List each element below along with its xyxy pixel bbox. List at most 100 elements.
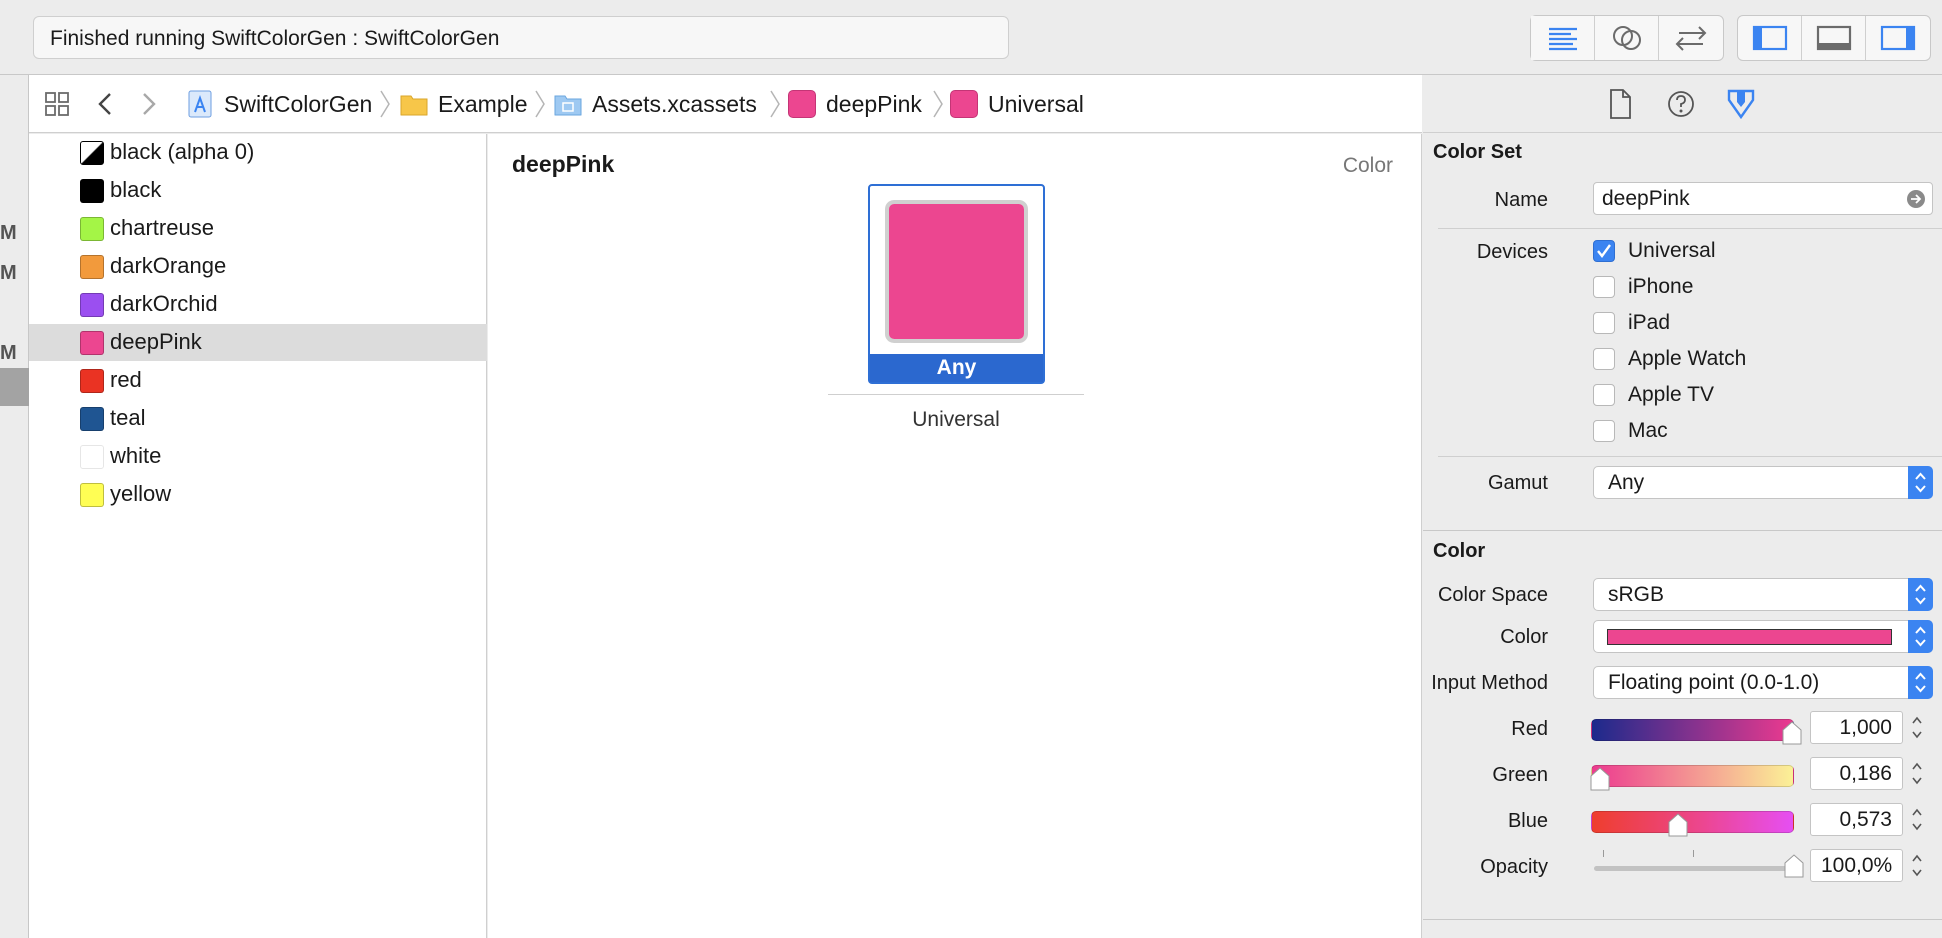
color-space-popup[interactable]: sRGB — [1593, 578, 1933, 611]
debug-panel-icon — [1816, 25, 1851, 51]
slider-thumb-icon[interactable] — [1783, 853, 1805, 879]
red-stepper[interactable] — [1909, 711, 1925, 744]
slider-thumb-icon[interactable] — [1667, 812, 1689, 838]
device-mac-checkbox[interactable]: Mac — [1593, 419, 1668, 443]
breadcrumb-label: Universal — [988, 90, 1084, 117]
list-item[interactable]: white — [29, 438, 487, 475]
list-item[interactable]: teal — [29, 400, 487, 437]
asset-title: deepPink — [512, 151, 615, 177]
name-field[interactable]: deepPink — [1593, 182, 1933, 215]
slider-thumb-icon[interactable] — [1781, 720, 1803, 746]
list-item[interactable]: chartreuse — [29, 210, 487, 247]
color-swatch-icon — [80, 217, 104, 241]
name-label: Name — [1494, 189, 1548, 211]
list-item[interactable]: deepPink — [29, 324, 487, 361]
opacity-stepper[interactable] — [1909, 849, 1925, 882]
version-editor-button[interactable] — [1659, 16, 1723, 60]
green-slider[interactable] — [1591, 765, 1794, 787]
view-toggle-segment — [1737, 15, 1931, 61]
toggle-navigator-button[interactable] — [1738, 16, 1802, 60]
breadcrumb-label: Assets.xcassets — [592, 90, 757, 117]
inspector-panel: Color Set Name deepPink Devices Universa… — [1423, 75, 1942, 938]
red-slider[interactable] — [1591, 719, 1794, 741]
breadcrumb-project[interactable]: SwiftColorGen — [186, 75, 372, 133]
green-stepper[interactable] — [1909, 757, 1925, 790]
list-item[interactable]: black (alpha 0) — [29, 134, 487, 171]
toggle-debug-area-button[interactable] — [1802, 16, 1866, 60]
standard-editor-button[interactable] — [1531, 16, 1595, 60]
popup-arrows-icon — [1908, 578, 1933, 611]
list-item[interactable]: red — [29, 362, 487, 399]
chevron-right-icon — [933, 90, 943, 118]
blue-stepper[interactable] — [1909, 803, 1925, 836]
color-preview — [885, 200, 1028, 343]
breadcrumb-universal[interactable]: Universal — [950, 75, 1084, 133]
color-swatch-icon — [80, 255, 104, 279]
file-inspector-icon[interactable] — [1603, 87, 1637, 121]
devices-label: Devices — [1476, 241, 1548, 263]
red-label: Red — [1511, 718, 1548, 740]
red-value-field[interactable]: 1,000 — [1810, 711, 1903, 744]
section-divider — [1423, 919, 1942, 920]
color-set-section-title: Color Set — [1433, 141, 1522, 163]
related-items-icon[interactable] — [44, 91, 70, 117]
list-item[interactable]: darkOrchid — [29, 286, 487, 323]
breadcrumb-folder[interactable]: Example — [400, 75, 527, 133]
editor-mode-segment — [1530, 15, 1724, 61]
asset-catalog-folder-icon — [554, 95, 582, 116]
back-arrow-icon[interactable] — [95, 91, 115, 117]
chevron-right-icon — [770, 90, 780, 118]
chevron-right-icon — [535, 90, 545, 118]
popup-arrows-icon — [1908, 620, 1933, 653]
gutter-selection — [0, 368, 29, 406]
opacity-label: Opacity — [1480, 856, 1548, 878]
device-universal-checkbox[interactable]: Universal — [1593, 239, 1716, 263]
color-swatch-icon — [950, 90, 978, 118]
color-label: Color — [1500, 626, 1548, 648]
device-apple-tv-checkbox[interactable]: Apple TV — [1593, 383, 1714, 407]
color-swatch-icon — [80, 407, 104, 431]
slider-thumb-icon[interactable] — [1589, 766, 1611, 792]
arrow-circle-right-icon[interactable] — [1906, 189, 1926, 209]
color-swatch-icon — [80, 483, 104, 507]
asset-type-label: Color — [1342, 154, 1393, 177]
breadcrumb-color-set[interactable]: deepPink — [788, 75, 922, 133]
list-item[interactable]: black — [29, 172, 487, 209]
venn-circles-icon — [1612, 26, 1641, 50]
section-divider — [1423, 530, 1942, 531]
checkbox-icon — [1593, 276, 1615, 298]
opacity-value-field[interactable]: 100,0% — [1810, 849, 1903, 882]
attributes-inspector-icon[interactable] — [1724, 87, 1758, 121]
device-apple-watch-checkbox[interactable]: Apple Watch — [1593, 347, 1746, 371]
inspector-panel-icon — [1880, 25, 1916, 51]
color-swatch-icon — [80, 293, 104, 317]
status-marker: M — [0, 342, 17, 364]
navigator-gutter: M M M — [0, 75, 29, 938]
list-item[interactable]: darkOrange — [29, 248, 487, 285]
green-value-field[interactable]: 0,186 — [1810, 757, 1903, 790]
device-iphone-checkbox[interactable]: iPhone — [1593, 275, 1693, 299]
gamut-popup[interactable]: Any — [1593, 466, 1933, 499]
color-well-any[interactable]: Any — [868, 184, 1045, 384]
device-ipad-checkbox[interactable]: iPad — [1593, 311, 1670, 335]
breadcrumb-asset-catalog[interactable]: Assets.xcassets — [554, 75, 757, 133]
input-method-popup[interactable]: Floating point (0.0-1.0) — [1593, 666, 1933, 699]
assistant-editor-button[interactable] — [1595, 16, 1659, 60]
color-popup[interactable] — [1593, 620, 1933, 653]
help-inspector-icon[interactable] — [1664, 87, 1698, 121]
breadcrumb-label: SwiftColorGen — [224, 90, 373, 117]
color-swatch-icon — [788, 90, 816, 118]
list-item[interactable]: yellow — [29, 476, 487, 513]
navigator-panel-icon — [1752, 25, 1787, 51]
opacity-slider[interactable] — [1594, 866, 1790, 871]
divider — [828, 394, 1084, 395]
checkbox-icon — [1593, 312, 1615, 334]
toggle-inspector-button[interactable] — [1866, 16, 1930, 60]
gamut-label: Gamut — [1487, 472, 1548, 494]
color-swatch-icon — [80, 331, 104, 355]
blue-value-field[interactable]: 0,573 — [1810, 803, 1903, 836]
blue-slider[interactable] — [1591, 811, 1794, 833]
status-marker: M — [0, 262, 17, 284]
color-swatch-icon — [80, 141, 104, 165]
forward-arrow-icon[interactable] — [139, 91, 159, 117]
